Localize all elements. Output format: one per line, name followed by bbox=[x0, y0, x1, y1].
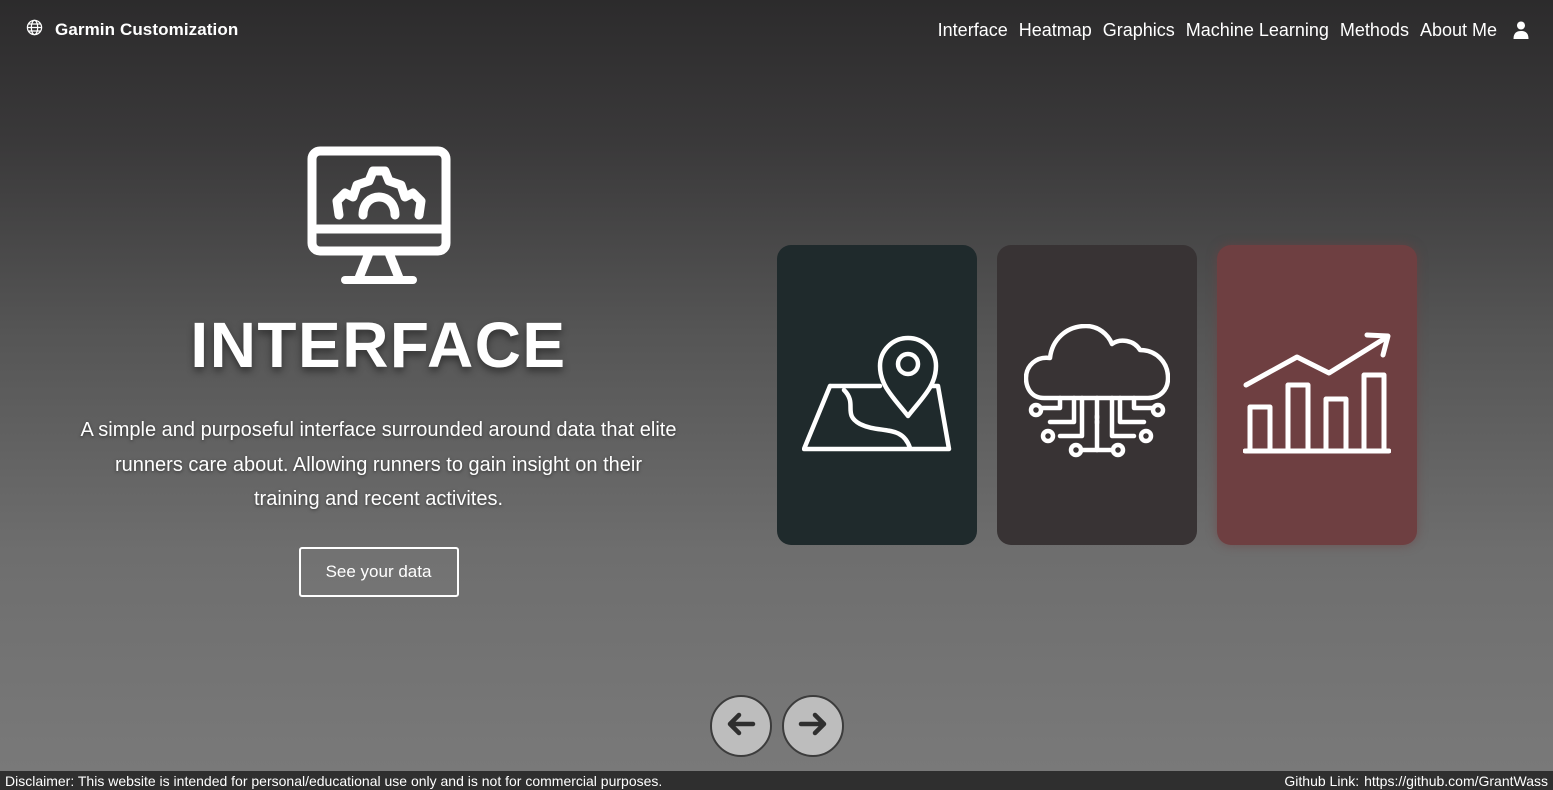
card-heatmap[interactable] bbox=[777, 245, 977, 545]
globe-icon bbox=[26, 19, 43, 41]
feature-cards bbox=[777, 245, 1417, 545]
user-icon[interactable] bbox=[1513, 21, 1529, 39]
see-your-data-button[interactable]: See your data bbox=[298, 546, 459, 597]
top-navbar: Garmin Customization Interface Heatmap G… bbox=[0, 0, 1553, 60]
github-link[interactable]: https://github.com/GrantWass bbox=[1364, 773, 1548, 789]
bar-chart-growth-icon bbox=[1242, 331, 1392, 460]
arrow-right-icon bbox=[798, 712, 828, 741]
nav-link-methods[interactable]: Methods bbox=[1340, 20, 1409, 41]
github-label: Github Link: bbox=[1284, 772, 1360, 789]
carousel-controls bbox=[710, 695, 844, 757]
hero-description: A simple and purposeful interface surrou… bbox=[80, 419, 677, 510]
card-graphics[interactable] bbox=[1217, 245, 1417, 545]
nav-link-about-me[interactable]: About Me bbox=[1420, 20, 1497, 41]
hero-title: INTERFACE bbox=[190, 309, 567, 381]
nav-links: Interface Heatmap Graphics Machine Learn… bbox=[938, 20, 1529, 41]
brand-link[interactable]: Garmin Customization bbox=[26, 19, 238, 41]
monitor-gear-icon bbox=[307, 145, 451, 287]
brand-title: Garmin Customization bbox=[55, 20, 239, 39]
nav-link-machine-learning[interactable]: Machine Learning bbox=[1186, 20, 1329, 41]
footer: Disclaimer: This website is intended for… bbox=[0, 771, 1553, 790]
nav-link-interface[interactable]: Interface bbox=[938, 20, 1008, 41]
cloud-network-icon bbox=[1023, 323, 1171, 467]
arrow-left-icon bbox=[726, 712, 756, 741]
nav-link-graphics[interactable]: Graphics bbox=[1103, 20, 1175, 41]
footer-github: Github Link: https://github.com/GrantWas… bbox=[1284, 773, 1548, 789]
map-pin-icon bbox=[801, 332, 952, 459]
footer-disclaimer: Disclaimer: This website is intended for… bbox=[5, 772, 663, 789]
hero-section: INTERFACE A simple and purposeful interf… bbox=[80, 145, 677, 597]
card-machine-learning[interactable] bbox=[997, 245, 1197, 545]
carousel-next-button[interactable] bbox=[782, 695, 844, 757]
nav-link-heatmap[interactable]: Heatmap bbox=[1019, 20, 1092, 41]
carousel-prev-button[interactable] bbox=[710, 695, 772, 757]
